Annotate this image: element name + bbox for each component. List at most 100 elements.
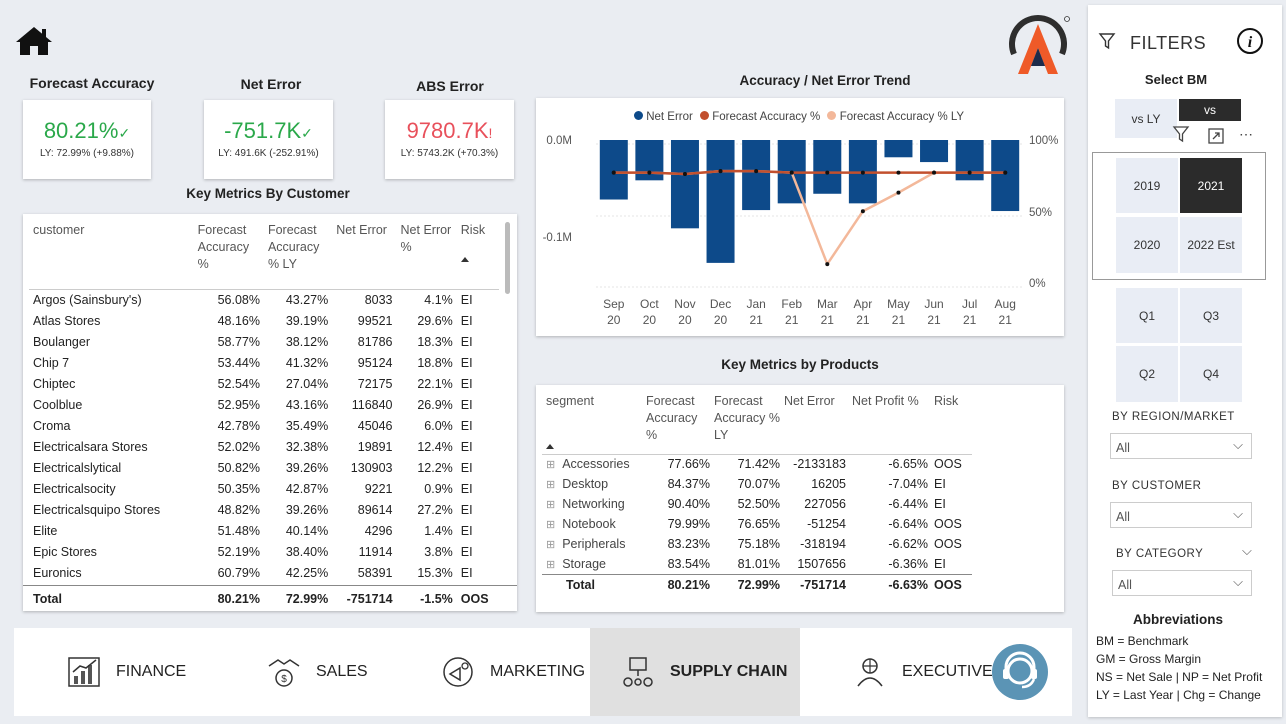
- fa-point[interactable]: [682, 172, 687, 177]
- year-tile-2020[interactable]: 2020: [1116, 217, 1178, 273]
- table-cell: 50.35%: [217, 481, 260, 496]
- nav-marketing[interactable]: MARKETING: [440, 628, 585, 716]
- expand-icon[interactable]: ⊞: [546, 559, 555, 571]
- expand-icon[interactable]: ⊞: [546, 479, 555, 491]
- net-error-bar[interactable]: [813, 140, 842, 194]
- focus-mode-icon[interactable]: [1207, 127, 1225, 145]
- bm-vs-ly[interactable]: vs LY: [1115, 99, 1177, 138]
- fa-point[interactable]: [932, 170, 937, 175]
- col-forecast-accuracy[interactable]: Forecast Accuracy %: [188, 222, 260, 288]
- home-icon[interactable]: [14, 25, 54, 57]
- table-row[interactable]: ⊞ Notebook 79.99% 76.65% -51254 -6.64% OOS: [542, 514, 972, 534]
- expand-icon[interactable]: ⊞: [546, 519, 555, 531]
- nav-supply-chain[interactable]: SUPPLY CHAIN: [590, 628, 800, 716]
- year-tile-2022-est[interactable]: 2022 Est: [1180, 217, 1242, 273]
- pcol-net-profit[interactable]: Net Profit %: [846, 393, 928, 453]
- net-error-bar[interactable]: [920, 140, 949, 163]
- year-tile-2021[interactable]: 2021: [1180, 158, 1242, 213]
- expand-icon[interactable]: ⊞: [546, 539, 555, 551]
- table-row[interactable]: Elite 51.48% 40.14% 4296 1.4% EI: [29, 520, 499, 541]
- segment-label: Notebook: [562, 517, 616, 531]
- fa-point[interactable]: [896, 170, 901, 175]
- quarter-tile-q4[interactable]: Q4: [1180, 346, 1242, 402]
- pcol-risk[interactable]: Risk: [928, 393, 972, 453]
- visual-filter-icon[interactable]: [1172, 125, 1190, 143]
- fa-point[interactable]: [647, 170, 652, 175]
- net-error-bar[interactable]: [884, 140, 913, 158]
- table-row[interactable]: ⊞ Networking 90.40% 52.50% 227056 -6.44% EI: [542, 494, 972, 514]
- table-row[interactable]: Chip 7 53.44% 41.32% 95124 18.8% EI: [29, 352, 499, 373]
- filters-title: FILTERS: [1130, 33, 1207, 53]
- table-row[interactable]: Electricalsquipo Stores 48.82% 39.26% 89614…: [29, 499, 499, 520]
- table-row[interactable]: Electricalslytical 50.82% 39.26% 130903 12.2…: [29, 457, 499, 478]
- chevron-down-icon[interactable]: ⌵: [1242, 543, 1252, 559]
- net-error-bar[interactable]: [742, 140, 771, 211]
- info-icon[interactable]: i: [1236, 27, 1264, 55]
- fa-ly-point[interactable]: [860, 209, 865, 214]
- category-dropdown[interactable]: All ⌵: [1112, 570, 1252, 596]
- more-options-icon[interactable]: ⋯: [1239, 126, 1254, 143]
- nav-sales[interactable]: $ SALES: [266, 628, 368, 716]
- pcol-net-error[interactable]: Net Error: [780, 393, 846, 453]
- fa-point[interactable]: [754, 169, 759, 174]
- col-risk[interactable]: Risk: [453, 222, 499, 288]
- pcol-segment[interactable]: segment: [542, 393, 642, 453]
- table-cell: EI: [460, 481, 473, 496]
- col-net-error[interactable]: Net Error: [328, 222, 392, 288]
- table-row[interactable]: Boulanger 58.77% 38.12% 81786 18.3% EI: [29, 331, 499, 352]
- quarter-tile-q3[interactable]: Q3: [1180, 288, 1242, 343]
- x-tick-label: 21: [963, 313, 977, 327]
- expand-icon[interactable]: ⊞: [546, 499, 555, 511]
- fa-ly-point[interactable]: [825, 262, 830, 267]
- table-row[interactable]: ⊞ Storage 83.54% 81.01% 1507656 -6.36% EI: [542, 554, 972, 574]
- fa-point[interactable]: [860, 170, 865, 175]
- fa-point[interactable]: [1003, 170, 1008, 175]
- col-customer[interactable]: customer: [29, 222, 188, 288]
- check-icon: ✓: [118, 125, 131, 141]
- table-row[interactable]: Croma 42.78% 35.49% 45046 6.0% EI: [29, 415, 499, 436]
- pcol-fa-ly[interactable]: Forecast Accuracy % LY: [710, 393, 780, 453]
- quarter-tile-q1[interactable]: Q1: [1116, 288, 1178, 343]
- net-error-bar[interactable]: [706, 140, 735, 263]
- nav-executive[interactable]: EXECUTIVE: [852, 628, 993, 716]
- fa-ly-point[interactable]: [896, 190, 901, 195]
- fa-point[interactable]: [825, 170, 830, 175]
- expand-icon[interactable]: ⊞: [546, 459, 555, 471]
- table-row[interactable]: Coolblue 52.95% 43.16% 116840 26.9% EI: [29, 394, 499, 415]
- table-cell: 75.18%: [737, 537, 780, 551]
- table-row[interactable]: ⊞ Desktop 84.37% 70.07% 16205 -7.04% EI: [542, 474, 972, 494]
- table-cell: OOS: [934, 517, 962, 531]
- table-row[interactable]: Argos (Sainsbury's) 56.08% 43.27% 8033 4.1% E…: [29, 289, 499, 310]
- bm-vs[interactable]: vs: [1179, 99, 1241, 121]
- bottom-nav: FINANCE $ SALES MARKETING SUPPLY CHAIN E…: [14, 628, 1072, 716]
- fa-point[interactable]: [967, 170, 972, 175]
- support-headset-icon[interactable]: [991, 643, 1049, 701]
- net-error-bar[interactable]: [599, 140, 628, 200]
- x-tick-label: Dec: [710, 297, 731, 311]
- customer-dropdown[interactable]: All ⌵: [1110, 502, 1252, 528]
- region-dropdown[interactable]: All ⌵: [1110, 433, 1252, 459]
- table-row[interactable]: ⊞ Accessories 77.66% 71.42% -2133183 -6.65% OO…: [542, 454, 972, 474]
- table-row[interactable]: ⊞ Peripherals 83.23% 75.18% -318194 -6.62% OOS: [542, 534, 972, 554]
- nav-finance[interactable]: FINANCE: [66, 628, 186, 716]
- col-net-error-pct[interactable]: Net Error %: [393, 222, 453, 288]
- table-row[interactable]: Epic Stores 52.19% 38.40% 11914 3.8% EI: [29, 541, 499, 562]
- table-row[interactable]: Euronics 60.79% 42.25% 58391 15.3% EI: [29, 562, 499, 583]
- table-row[interactable]: Atlas Stores 48.16% 39.19% 99521 29.6% EI: [29, 310, 499, 331]
- quarter-tile-q2[interactable]: Q2: [1116, 346, 1178, 402]
- table-row[interactable]: Electricalsara Stores 52.02% 32.38% 19891 12…: [29, 436, 499, 457]
- pcol-fa[interactable]: Forecast Accuracy %: [642, 393, 710, 453]
- table-row[interactable]: Electricalsocity 50.35% 42.87% 9221 0.9% EI: [29, 478, 499, 499]
- col-forecast-accuracy-ly[interactable]: Forecast Accuracy % LY: [260, 222, 328, 288]
- fa-point[interactable]: [789, 170, 794, 175]
- fa-point[interactable]: [718, 169, 723, 174]
- year-tile-2019[interactable]: 2019: [1116, 158, 1178, 213]
- abbr-line: LY = Last Year | Chg = Change: [1096, 688, 1261, 702]
- customer-table-scrollbar[interactable]: [505, 222, 510, 294]
- net-error-bar[interactable]: [991, 140, 1020, 212]
- net-error-bar[interactable]: [670, 140, 699, 229]
- table-cell: 76.65%: [737, 517, 780, 531]
- kpi-value-abs-error: 9780.7K: [406, 118, 489, 143]
- fa-point[interactable]: [611, 170, 616, 175]
- table-row[interactable]: Chiptec 52.54% 27.04% 72175 22.1% EI: [29, 373, 499, 394]
